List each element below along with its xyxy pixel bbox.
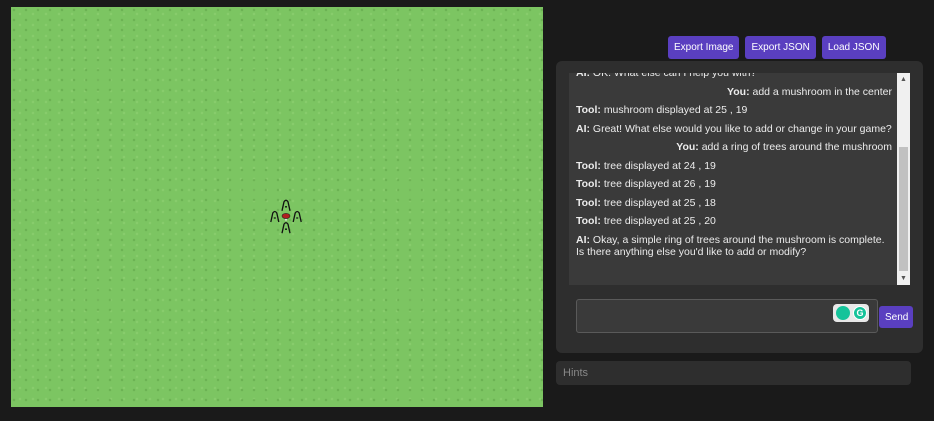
message-text: tree displayed at 24 , 19 [603, 159, 716, 172]
chat-message: AI: OK. What else can I help you with? [576, 73, 892, 79]
message-text: Great! What else would you like to add o… [592, 122, 892, 135]
chat-input-wrapper: G [576, 299, 878, 333]
send-button[interactable]: Send [879, 306, 913, 328]
message-text: add a ring of trees around the mushroom [701, 141, 892, 153]
sprite-group [270, 199, 302, 234]
message-speaker: Tool: [576, 104, 601, 116]
chat-panel: AI: OK. What else can I help you with? Yo… [556, 61, 923, 353]
message-speaker: Tool: [576, 196, 601, 209]
load-json-button[interactable]: Load JSON [821, 36, 886, 59]
tree-sprite[interactable] [281, 199, 291, 211]
scroll-down-icon[interactable]: ▼ [897, 272, 910, 285]
chat-input[interactable] [577, 300, 877, 332]
grammarly-status-icon[interactable] [836, 306, 850, 320]
message-speaker: Tool: [576, 178, 601, 190]
message-speaker: You: [727, 85, 750, 98]
chat-message: Tool: tree displayed at 24 , 19 [576, 160, 892, 172]
grammarly-icon[interactable]: G [853, 306, 867, 320]
chat-message: You: add a ring of trees around the mush… [576, 141, 892, 153]
message-speaker: AI: [576, 73, 590, 79]
message-text: tree displayed at 25 , 18 [603, 196, 716, 209]
sprite-layer [270, 199, 302, 234]
scroll-thumb[interactable] [899, 147, 908, 271]
chat-message: AI: Great! What else would you like to a… [576, 123, 892, 135]
message-speaker: AI: [576, 122, 590, 135]
message-text: OK. What else can I help you with? [592, 73, 757, 79]
message-text: tree displayed at 26 , 19 [603, 178, 716, 190]
message-speaker: Tool: [576, 215, 601, 227]
message-text: Okay, a simple ring of trees around the … [576, 233, 885, 258]
message-text: tree displayed at 25 , 20 [603, 215, 716, 227]
scroll-up-icon[interactable]: ▲ [897, 73, 910, 86]
chat-scrollbar[interactable]: ▲ ▼ [897, 73, 910, 285]
chat-message: Tool: mushroom displayed at 25 , 19 [576, 104, 892, 116]
chat-message: You: add a mushroom in the center [576, 86, 892, 98]
chat-message: Tool: tree displayed at 25 , 20 [576, 215, 892, 227]
mushroom-sprite[interactable] [281, 213, 291, 221]
toolbar: Export Image Export JSON Load JSON [668, 36, 886, 59]
export-image-button[interactable]: Export Image [668, 36, 740, 59]
message-speaker: AI: [576, 233, 590, 246]
message-speaker: You: [676, 141, 699, 153]
export-json-button[interactable]: Export JSON [745, 36, 816, 59]
tree-sprite[interactable] [292, 210, 302, 223]
chat-message: AI: Okay, a simple ring of trees around … [576, 234, 892, 258]
chat-log[interactable]: AI: OK. What else can I help you with? Yo… [569, 73, 910, 285]
chat-message: Tool: tree displayed at 25 , 18 [576, 197, 892, 209]
message-text: mushroom displayed at 25 , 19 [603, 104, 748, 116]
hints-field[interactable]: Hints [556, 361, 911, 385]
tree-sprite[interactable] [270, 210, 280, 223]
message-speaker: Tool: [576, 159, 601, 172]
game-canvas[interactable] [11, 7, 543, 407]
chat-message: Tool: tree displayed at 26 , 19 [576, 178, 892, 190]
tree-sprite[interactable] [281, 222, 291, 234]
message-text: add a mushroom in the center [752, 85, 893, 98]
message-list: AI: OK. What else can I help you with? Yo… [576, 73, 892, 264]
grammarly-widget[interactable]: G [833, 304, 869, 322]
